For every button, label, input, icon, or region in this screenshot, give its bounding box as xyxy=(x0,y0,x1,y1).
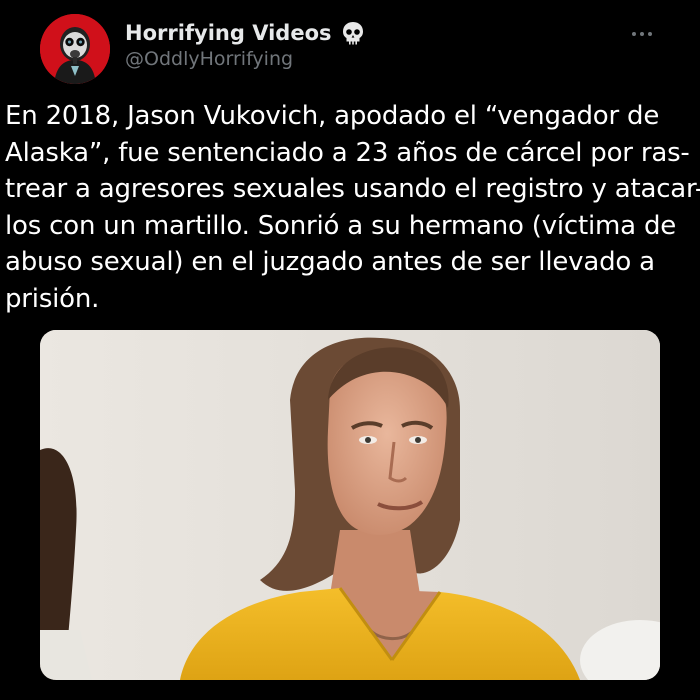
tweet-header: Horrifying Videos @OddlyHorrifying xyxy=(40,14,660,84)
photo-man-yellow-jumpsuit xyxy=(40,330,660,680)
tweet-text: En 2018, Jason Vukovich, apodado el “ven… xyxy=(5,98,700,317)
display-name-row[interactable]: Horrifying Videos xyxy=(125,20,366,46)
gas-mask-avatar-icon xyxy=(40,14,110,84)
avatar[interactable] xyxy=(40,14,110,84)
tweet-text-line: los con un martillo. Sonrió a su hermano… xyxy=(5,210,677,241)
tweet-text-line: prisión. xyxy=(5,283,100,314)
tweet-text-line: En 2018, Jason Vukovich, apodado el “ven… xyxy=(5,101,660,131)
skull-icon xyxy=(340,20,366,46)
tweet-text-line: abuso sexual) en el juzgado antes de ser… xyxy=(5,247,655,277)
display-name[interactable]: Horrifying Videos xyxy=(125,21,332,45)
handle[interactable]: @OddlyHorrifying xyxy=(125,48,366,70)
more-options-icon[interactable] xyxy=(630,24,654,36)
tweet-text-line: Alaska”, fue sentenciado a 23 años de cá… xyxy=(5,137,690,168)
tweet-media-photo[interactable] xyxy=(40,330,660,680)
tweet-text-line: trear a agresores sexuales usando el reg… xyxy=(5,174,700,204)
